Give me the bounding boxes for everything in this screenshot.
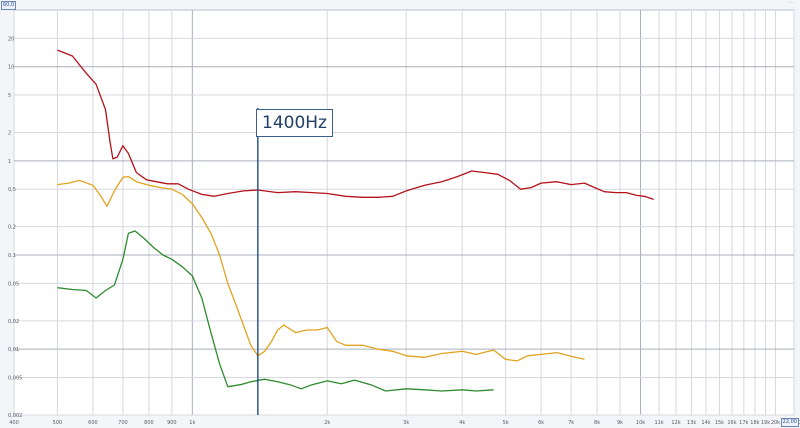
y-tick-label: 10 bbox=[8, 65, 14, 71]
x-tick-label: 20k bbox=[771, 420, 780, 426]
x-tick-label: 400 bbox=[9, 420, 19, 426]
y-tick-label: 2 bbox=[8, 131, 11, 137]
x-tick-label: 700 bbox=[118, 420, 128, 426]
y-tick-label: 0,05 bbox=[8, 281, 19, 287]
x-tick-label: 11k bbox=[654, 420, 663, 426]
y-tick-label: 0,5 bbox=[8, 187, 16, 193]
x-tick-label: 19k bbox=[761, 420, 770, 426]
y-tick-label: 20 bbox=[8, 36, 14, 42]
x-tick-label: 900 bbox=[167, 420, 177, 426]
x-tick-label: 600 bbox=[88, 420, 98, 426]
marker-frequency-label: 1400Hz bbox=[256, 109, 333, 137]
x-tick-label: 9k bbox=[617, 420, 623, 426]
plot-frame: 400 500 600 700 800 900 1k 2k 3k 4k 5k 6k 7k 8k 9k 10k 1… bbox=[0, 0, 800, 428]
x-tick-label: 15k bbox=[715, 420, 724, 426]
x-tick-label: 8k bbox=[594, 420, 600, 426]
y-tick-label: 0,01 bbox=[8, 347, 19, 353]
x-tick-label: 10k bbox=[636, 420, 645, 426]
frequency-response-chart: 400 500 600 700 800 900 1k 2k 3k 4k 5k 6k 7k 8k 9k 10k 1… bbox=[8, 9, 800, 426]
plot-area bbox=[13, 9, 795, 416]
x-tick-label: 18k bbox=[750, 420, 759, 426]
y-tick-label: 0,005 bbox=[8, 376, 22, 382]
y-tick-label: 0,002 bbox=[8, 413, 22, 419]
y-tick-label: 0,2 bbox=[8, 225, 16, 231]
x-tick-label: 13k bbox=[687, 420, 696, 426]
x-tick-label: 14k bbox=[701, 420, 710, 426]
x-tick-label: 17k bbox=[739, 420, 748, 426]
x-tick-label: 7k bbox=[568, 420, 574, 426]
x-tick-label: 16k bbox=[727, 420, 736, 426]
x-tick-label: 3k bbox=[403, 420, 409, 426]
x-tick-label: 6k bbox=[538, 420, 544, 426]
x-tick-label: 4k bbox=[459, 420, 465, 426]
y-tick-label: 0,02 bbox=[8, 319, 19, 325]
x-tick-label: 800 bbox=[144, 420, 154, 426]
bottom-right-value-box[interactable]: 22,00 bbox=[780, 418, 799, 427]
y-tick-label: 5 bbox=[8, 93, 11, 99]
x-tick-label: 2k bbox=[324, 420, 330, 426]
top-left-value-box[interactable]: 60,0 bbox=[1, 1, 17, 10]
x-tick-label: 5k bbox=[503, 420, 509, 426]
x-tick-label: 500 bbox=[53, 420, 63, 426]
y-tick-label: 1 bbox=[8, 159, 11, 165]
x-tick-label: 12k bbox=[671, 420, 680, 426]
window-menu-icon[interactable]: ··· bbox=[787, 0, 796, 7]
y-tick-label: 0,1 bbox=[8, 253, 16, 259]
x-tick-label: 1k bbox=[189, 420, 195, 426]
